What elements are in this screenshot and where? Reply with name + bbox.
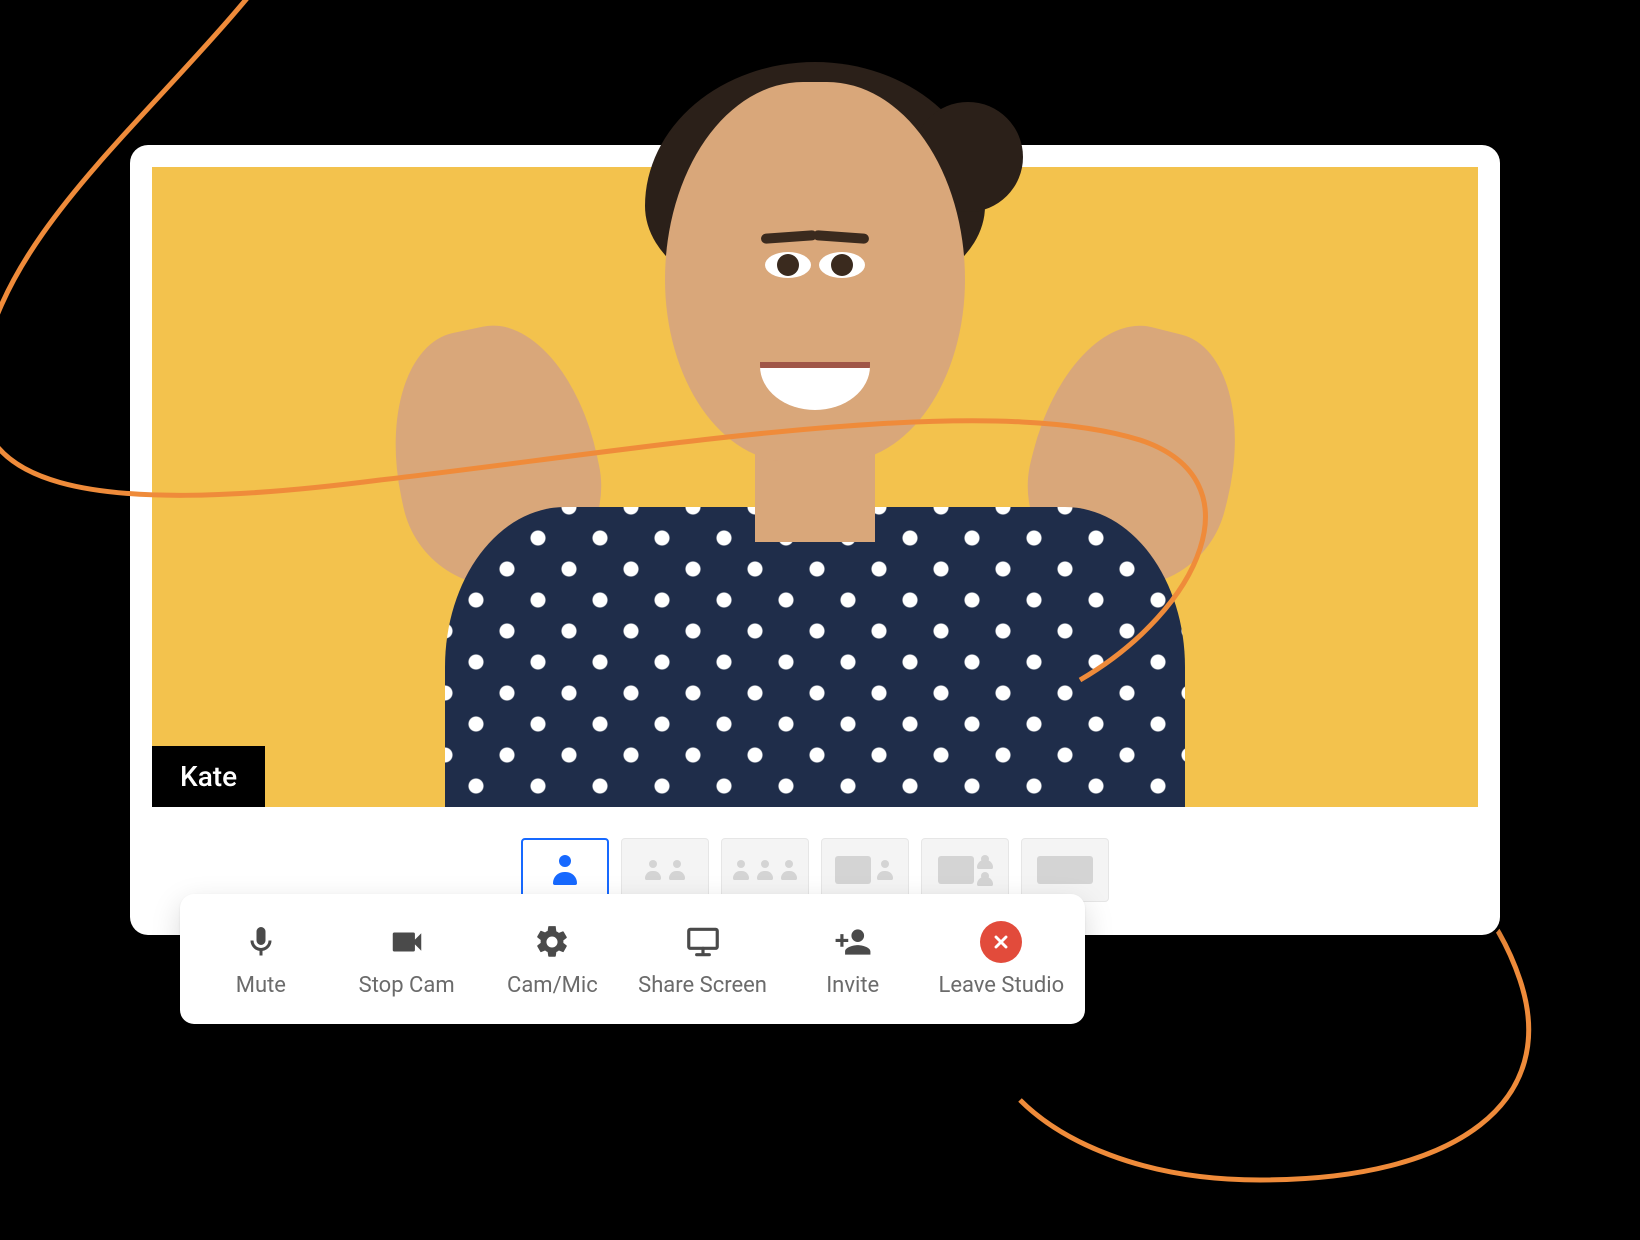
- video-feed: [152, 167, 1478, 807]
- share-screen-label: Share Screen: [638, 973, 767, 998]
- monitor-icon: [682, 921, 724, 963]
- person-icon: [667, 860, 687, 880]
- microphone-icon: [240, 921, 282, 963]
- studio-card: Kate: [130, 145, 1500, 935]
- stop-cam-button[interactable]: Stop Cam: [347, 921, 467, 998]
- layout-three-up[interactable]: [721, 838, 809, 902]
- leave-label: Leave Studio: [938, 973, 1064, 998]
- person-icon: [978, 872, 992, 886]
- screen-icon: [938, 856, 974, 884]
- mute-label: Mute: [236, 973, 286, 998]
- participant-avatar: [405, 72, 1225, 807]
- screen-icon: [1037, 856, 1093, 884]
- screen-icon: [835, 856, 871, 884]
- layout-screen-two[interactable]: [921, 838, 1009, 902]
- participant-name-tag: Kate: [152, 746, 265, 807]
- control-toolbar: Mute Stop Cam Cam/Mic Share Screen Invit…: [180, 894, 1085, 1024]
- layout-two-up[interactable]: [621, 838, 709, 902]
- invite-button[interactable]: Invite: [793, 921, 913, 998]
- add-person-icon: [832, 921, 874, 963]
- close-icon: [980, 921, 1022, 963]
- share-screen-button[interactable]: Share Screen: [638, 921, 767, 998]
- person-icon: [643, 860, 663, 880]
- gear-icon: [531, 921, 573, 963]
- person-icon: [978, 855, 992, 869]
- person-icon: [875, 860, 895, 880]
- invite-label: Invite: [826, 973, 879, 998]
- cam-mic-button[interactable]: Cam/Mic: [492, 921, 612, 998]
- layout-screen-full[interactable]: [1021, 838, 1109, 902]
- participant-name: Kate: [180, 760, 237, 793]
- camera-icon: [386, 921, 428, 963]
- stop-cam-label: Stop Cam: [359, 973, 455, 998]
- person-icon: [779, 860, 799, 880]
- person-icon: [731, 860, 751, 880]
- person-icon: [550, 855, 580, 885]
- leave-studio-button[interactable]: Leave Studio: [938, 921, 1064, 998]
- mute-button[interactable]: Mute: [201, 921, 321, 998]
- cam-mic-label: Cam/Mic: [507, 973, 598, 998]
- layout-single[interactable]: [521, 838, 609, 902]
- person-icon: [755, 860, 775, 880]
- layout-screen-one[interactable]: [821, 838, 909, 902]
